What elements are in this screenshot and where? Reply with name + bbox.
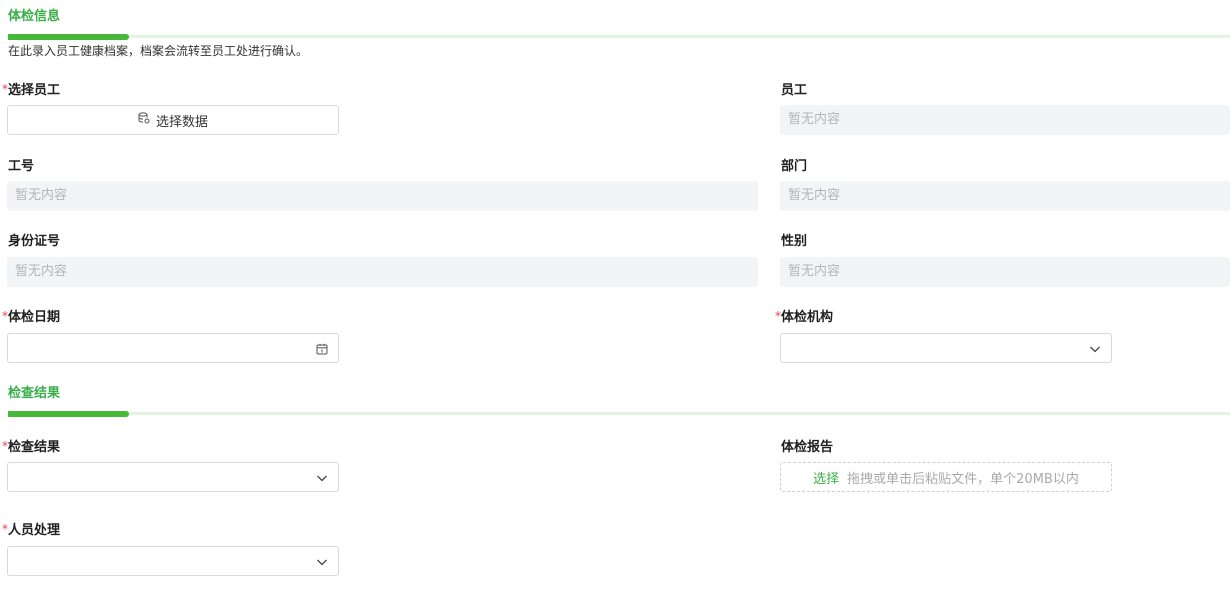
section-title-results: 检查结果 <box>8 386 61 401</box>
employee-label: 员工 <box>781 83 808 98</box>
section-description: 在此录入员工健康档案，档案会流转至员工处进行确认。 <box>8 44 309 58</box>
employee-field: 暂无内容 <box>780 105 1230 135</box>
personnel-action-label: * 人员处理 <box>2 522 61 538</box>
upload-hint: 拖拽或单击后粘贴文件，单个20MB以内 <box>847 471 1079 487</box>
chevron-down-icon <box>315 554 329 568</box>
chevron-down-icon <box>1088 341 1102 355</box>
id-number-label: 身份证号 <box>8 234 61 249</box>
section-title-exam-info: 体检信息 <box>8 9 61 24</box>
select-employee-label: * 选择员工 <box>2 82 61 98</box>
check-result-select[interactable] <box>7 462 339 492</box>
section-divider <box>8 34 1230 40</box>
required-mark: * <box>2 309 8 323</box>
check-result-label: * 检查结果 <box>2 439 61 455</box>
chevron-down-icon <box>315 470 329 484</box>
exam-org-select[interactable] <box>780 333 1112 363</box>
exam-org-label: * 体检机构 <box>775 309 834 325</box>
exam-report-label: 体检报告 <box>781 440 834 455</box>
gender-label: 性别 <box>781 234 808 249</box>
department-field: 暂无内容 <box>780 181 1230 211</box>
id-number-field: 暂无内容 <box>7 257 758 287</box>
required-mark: * <box>2 439 8 453</box>
report-upload-area[interactable]: 选择 拖拽或单击后粘贴文件，单个20MB以内 <box>780 462 1112 492</box>
select-data-button[interactable]: 选择数据 <box>7 105 339 135</box>
job-number-field: 暂无内容 <box>7 181 758 211</box>
calendar-icon[interactable] <box>315 341 329 355</box>
department-label: 部门 <box>781 159 808 174</box>
required-mark: * <box>2 82 8 96</box>
exam-date-label: * 体检日期 <box>2 309 61 325</box>
select-data-label: 选择数据 <box>155 114 208 130</box>
gender-field: 暂无内容 <box>780 257 1230 287</box>
job-number-label: 工号 <box>8 159 35 174</box>
required-mark: * <box>775 309 781 323</box>
required-mark: * <box>2 522 8 536</box>
personnel-action-select[interactable] <box>7 546 339 576</box>
database-icon <box>138 112 150 128</box>
upload-select-link[interactable]: 选择 <box>813 468 839 487</box>
section-divider <box>8 411 1230 417</box>
exam-date-picker[interactable] <box>7 333 339 363</box>
